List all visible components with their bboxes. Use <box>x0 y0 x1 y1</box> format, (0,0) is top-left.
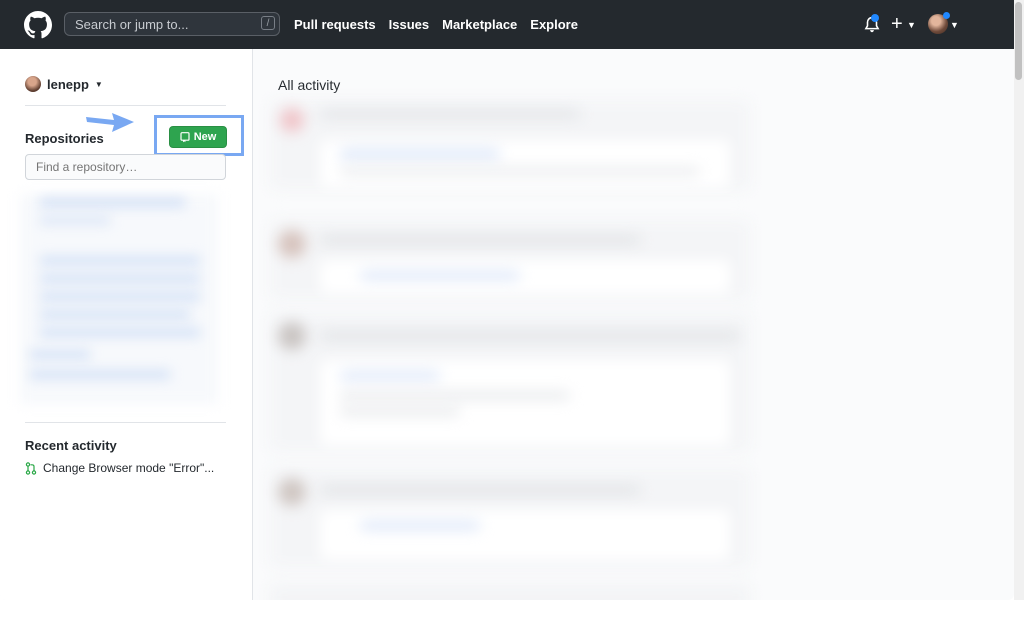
divider <box>25 105 226 106</box>
feed-card[interactable] <box>320 510 730 560</box>
new-repository-button[interactable]: New <box>169 126 227 148</box>
slash-shortcut-icon: / <box>261 16 275 30</box>
new-button-label: New <box>193 131 217 143</box>
nav-marketplace[interactable]: Marketplace <box>442 17 517 32</box>
avatar <box>278 322 306 350</box>
find-repository-input[interactable] <box>25 154 226 180</box>
feed-link[interactable] <box>360 272 520 279</box>
feed-link[interactable] <box>340 150 500 158</box>
nav-issues[interactable]: Issues <box>389 17 429 32</box>
feed-text <box>320 486 640 494</box>
chevron-down-icon[interactable]: ▼ <box>907 20 916 30</box>
feed-link[interactable] <box>360 522 480 529</box>
list-item[interactable] <box>40 275 200 282</box>
list-item[interactable] <box>40 257 200 264</box>
list-item[interactable] <box>40 329 200 336</box>
feed-text <box>340 408 460 415</box>
recent-item-label: Change Browser mode "Error"... <box>43 461 215 475</box>
dashboard-sidebar: lenepp ▼ Repositories New Re <box>0 49 253 600</box>
chevron-down-icon: ▼ <box>94 79 103 89</box>
recent-activity-title: Recent activity <box>25 438 117 453</box>
avatar <box>25 76 41 92</box>
page-title: All activity <box>278 77 341 93</box>
feed-text <box>340 168 700 175</box>
feed-text <box>340 392 570 399</box>
feed-item[interactable] <box>270 584 750 600</box>
header-nav: Pull requests Issues Marketplace Explore <box>294 17 578 32</box>
avatar <box>278 230 306 258</box>
list-item[interactable] <box>30 351 90 358</box>
page-frame: Search or jump to... / Pull requests Iss… <box>0 0 1014 600</box>
list-item[interactable] <box>40 199 185 206</box>
chevron-down-icon[interactable]: ▼ <box>950 20 959 30</box>
account-username: lenepp <box>47 76 89 92</box>
avatar <box>280 108 304 132</box>
list-item[interactable] <box>40 217 110 224</box>
feed-text <box>320 236 640 244</box>
list-item[interactable] <box>40 311 190 318</box>
account-switcher[interactable]: lenepp ▼ <box>25 76 103 92</box>
scrollbar-thumb[interactable] <box>1015 2 1022 80</box>
repo-icon <box>180 131 190 142</box>
divider <box>25 422 226 423</box>
vertical-scrollbar[interactable] <box>1014 0 1024 600</box>
notification-indicator-icon <box>871 14 879 22</box>
create-new-plus-icon[interactable]: + <box>891 13 903 35</box>
repositories-title: Repositories <box>25 131 104 146</box>
feed-card[interactable] <box>320 140 730 188</box>
annotation-arrow-icon <box>86 113 134 132</box>
nav-explore[interactable]: Explore <box>530 17 578 32</box>
avatar <box>278 478 306 506</box>
top-header: Search or jump to... / Pull requests Iss… <box>0 0 1014 49</box>
feed-text <box>320 110 580 118</box>
search-input[interactable]: Search or jump to... / <box>64 12 280 36</box>
nav-pull-requests[interactable]: Pull requests <box>294 17 376 32</box>
search-placeholder: Search or jump to... <box>75 17 189 32</box>
list-item[interactable] <box>40 293 200 300</box>
github-logo-icon[interactable] <box>24 11 52 39</box>
pull-request-icon <box>25 461 37 475</box>
list-item[interactable] <box>30 371 170 378</box>
feed-text <box>320 332 740 340</box>
feed-link[interactable] <box>340 372 440 379</box>
recent-activity-item[interactable]: Change Browser mode "Error"... <box>25 461 214 475</box>
avatar-status-dot-icon <box>943 12 950 19</box>
